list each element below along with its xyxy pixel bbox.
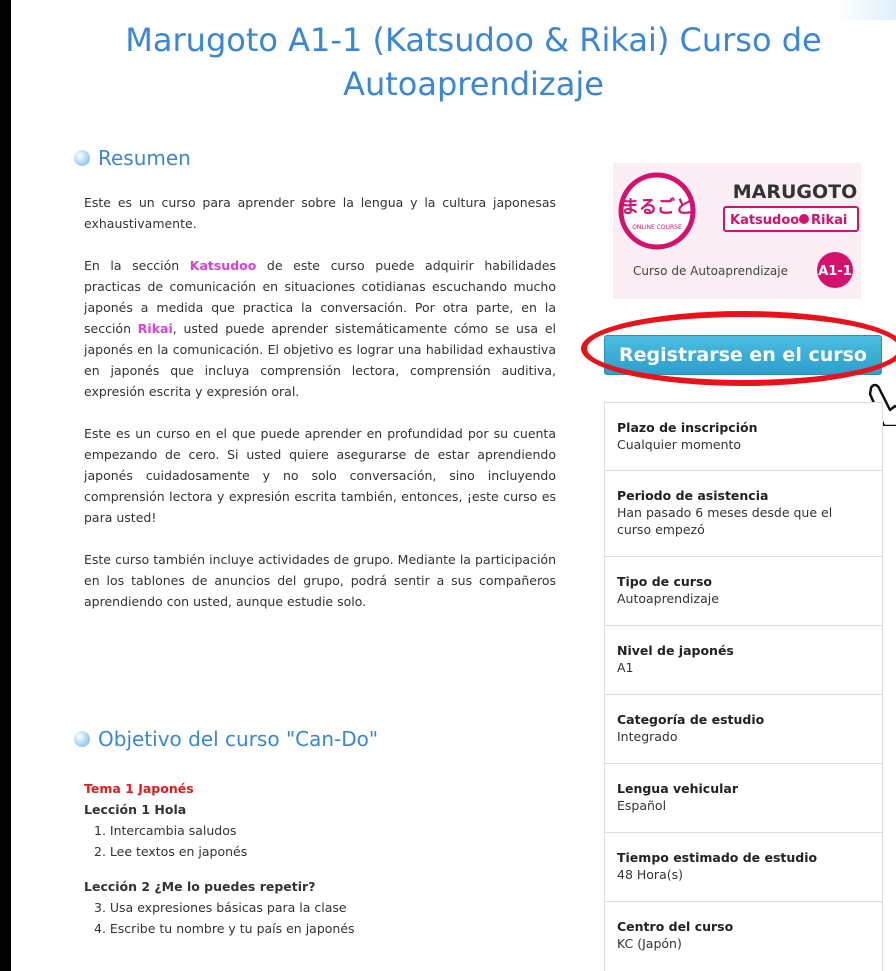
- course-logo-graphic: まるごと ONLINE COURSE MARUGOTO Katsudoo Rik…: [618, 172, 859, 288]
- info-value: 48 Hora(s): [617, 867, 683, 882]
- info-label: Tiempo estimado de estudio: [617, 850, 818, 865]
- course-info-panel: Plazo de inscripción Cualquier momento P…: [604, 402, 883, 971]
- summary-paragraph-4: Este curso también incluye actividades d…: [84, 552, 556, 609]
- cando-list: Tema 1 Japonés Lección 1 Hola 1. Interca…: [84, 778, 564, 939]
- info-box: Tipo de curso Autoaprendizaje: [605, 557, 882, 626]
- lesson-title: Lección 2 ¿Me lo puedes repetir?: [84, 879, 316, 894]
- info-label: Categoría de estudio: [617, 712, 765, 727]
- summary-heading-text: Resumen: [98, 146, 191, 170]
- bubble-icon: [74, 150, 90, 166]
- katsudoo-keyword: Katsudoo: [189, 258, 257, 273]
- info-label: Tipo de curso: [617, 574, 712, 589]
- info-box: Categoría de estudio Integrado: [605, 695, 882, 764]
- info-label: Periodo de asistencia: [617, 488, 769, 503]
- course-page: Marugoto A1-1 (Katsudoo & Rikai) Curso d…: [11, 0, 896, 971]
- info-box: Tiempo estimado de estudio 48 Hora(s): [605, 833, 882, 902]
- summary-heading: Resumen: [74, 146, 191, 170]
- bubble-icon: [74, 731, 90, 747]
- list-item: 3. Usa expresiones básicas para la clase: [94, 900, 347, 915]
- info-box: Lengua vehicular Español: [605, 764, 882, 833]
- logo-level: A1-1: [818, 264, 852, 279]
- summary-paragraph-1: Este es un curso para aprender sobre la …: [84, 195, 556, 231]
- rikai-keyword: Rikai: [137, 321, 173, 336]
- logo-rikai: Rikai: [811, 213, 847, 228]
- info-label: Nivel de japonés: [617, 643, 734, 658]
- summary-paragraph-3: Este es un curso en el que puede aprende…: [84, 426, 556, 525]
- course-logo: まるごと ONLINE COURSE MARUGOTO Katsudoo Rik…: [613, 163, 861, 299]
- logo-badge-small: ONLINE COURSE: [632, 224, 682, 231]
- summary-text: Este es un curso para aprender sobre la …: [84, 192, 556, 633]
- cando-heading: Objetivo del curso "Can-Do": [74, 727, 378, 751]
- info-value: Han pasado 6 meses desde que el curso em…: [617, 505, 833, 537]
- info-box: Periodo de asistencia Han pasado 6 meses…: [605, 471, 882, 557]
- info-value: Integrado: [617, 729, 678, 744]
- info-value: KC (Japón): [617, 936, 682, 951]
- register-button[interactable]: Registrarse en el curso: [604, 335, 882, 375]
- info-label: Plazo de inscripción: [617, 420, 758, 435]
- summary-paragraph-2: En la sección Katsudoo de este curso pue…: [84, 255, 556, 402]
- info-value: Cualquier momento: [617, 437, 742, 452]
- list-item: 1. Intercambia saludos: [94, 823, 237, 838]
- info-value: Español: [617, 798, 667, 813]
- info-label: Lengua vehicular: [617, 781, 738, 796]
- info-box: Plazo de inscripción Cualquier momento: [605, 403, 882, 471]
- info-box: Centro del curso KC (Japón): [605, 902, 882, 971]
- logo-katsudoo: Katsudoo: [730, 213, 799, 228]
- page-title: Marugoto A1-1 (Katsudoo & Rikai) Curso d…: [125, 21, 822, 103]
- and-icon: [799, 214, 809, 224]
- cando-heading-text: Objetivo del curso "Can-Do": [98, 727, 379, 751]
- logo-course-text: Curso de Autoaprendizaje: [633, 264, 788, 278]
- info-box: Nivel de japonés A1: [605, 626, 882, 695]
- info-value: Autoaprendizaje: [617, 591, 719, 606]
- info-label: Centro del curso: [617, 919, 734, 934]
- info-value: A1: [617, 660, 634, 675]
- corner-decoration: [836, 0, 896, 20]
- list-item: 2. Lee textos en japonés: [94, 844, 248, 859]
- lesson-title: Lección 1 Hola: [84, 802, 187, 817]
- theme-title: Tema 1 Japonés: [84, 781, 194, 796]
- summary-p2-a: En la sección: [84, 258, 190, 273]
- list-item: 4. Escribe tu nombre y tu país en japoné…: [94, 921, 355, 936]
- logo-brand: MARUGOTO: [733, 181, 858, 203]
- logo-badge-jp: まるごと: [621, 196, 693, 218]
